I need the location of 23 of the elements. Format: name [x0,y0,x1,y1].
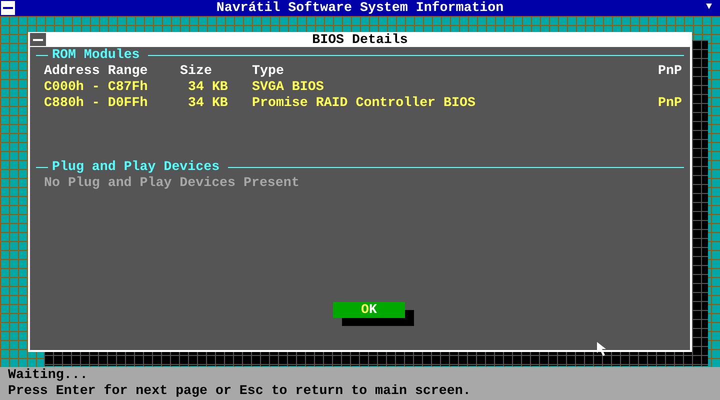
column-header: PnP [657,63,682,79]
window-title: Navrátil Software System Information [216,0,504,16]
section-title: ROM Modules [52,47,140,63]
column-header: Address Range [44,63,149,79]
system-menu-icon[interactable] [30,33,46,46]
table-cell-text: 34 KB [187,95,229,111]
table-cell-text: SVGA BIOS [252,79,325,95]
table-cell-text: PnP [657,95,682,111]
divider-line [36,54,48,56]
table-cell-text: C000h - C87Fh [44,79,149,95]
table-cell-text: 34 KB [187,79,229,95]
table-cell-text: Promise RAID Controller BIOS [252,95,476,111]
system-menu-icon[interactable] [0,0,16,16]
status-message: No Plug and Play Devices Present [43,175,300,191]
table-cell-text: C880h - D0FFh [44,95,149,111]
column-header: Type [252,63,285,79]
column-header: Size [180,63,213,79]
divider-line [36,166,48,168]
status-text: Press Enter for next page or Esc to return to main screen. [8,383,472,399]
dialog-title: BIOS Details [312,32,408,47]
scroll-arrow[interactable]: ▼ [706,0,712,16]
status-text: Waiting... [8,367,89,383]
section-title: Plug and Play Devices [52,159,220,175]
